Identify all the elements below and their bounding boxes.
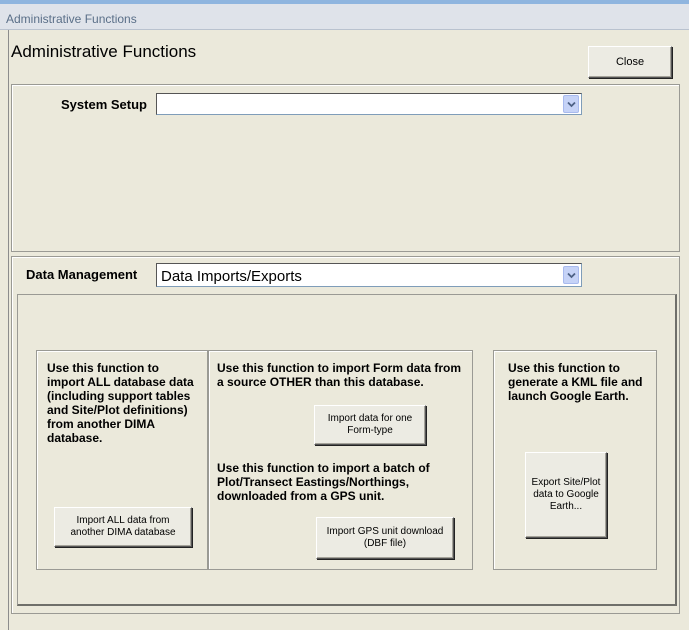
- import-form-type-button[interactable]: Import data for one Form-type: [314, 405, 426, 445]
- import-gps-description: Use this function to import a batch of P…: [217, 461, 430, 503]
- data-management-select[interactable]: Data Imports/Exports: [156, 263, 582, 287]
- import-all-description: Use this function to import ALL database…: [47, 361, 194, 445]
- data-management-label: Data Management: [26, 267, 138, 282]
- chevron-down-icon: [566, 272, 576, 278]
- import-form-description: Use this function to import Form data fr…: [217, 361, 462, 389]
- system-setup-select[interactable]: [156, 93, 582, 115]
- close-button[interactable]: Close: [588, 46, 672, 78]
- export-google-earth-button-label: Export Site/Plot data to Google Earth...: [531, 477, 601, 512]
- export-google-earth-button[interactable]: Export Site/Plot data to Google Earth...: [525, 452, 607, 538]
- import-form-type-button-label: Import data for one Form-type: [327, 413, 413, 436]
- chevron-down-icon: [566, 101, 576, 107]
- import-gps-button-label: Import GPS unit download (DBF file): [326, 526, 444, 549]
- import-gps-button[interactable]: Import GPS unit download (DBF file): [316, 517, 454, 559]
- export-kml-description: Use this function to generate a KML file…: [508, 361, 643, 403]
- window-title: Administrative Functions: [6, 12, 137, 26]
- system-setup-dropdown-button[interactable]: [563, 95, 579, 113]
- import-all-button-label: Import ALL data from another DIMA databa…: [70, 515, 176, 538]
- data-management-dropdown-button[interactable]: [563, 266, 579, 284]
- data-management-value: Data Imports/Exports: [161, 268, 302, 285]
- close-button-label: Close: [615, 56, 645, 68]
- system-setup-label: System Setup: [61, 97, 147, 112]
- import-all-button[interactable]: Import ALL data from another DIMA databa…: [54, 507, 192, 547]
- form-heading: Administrative Functions: [11, 42, 197, 61]
